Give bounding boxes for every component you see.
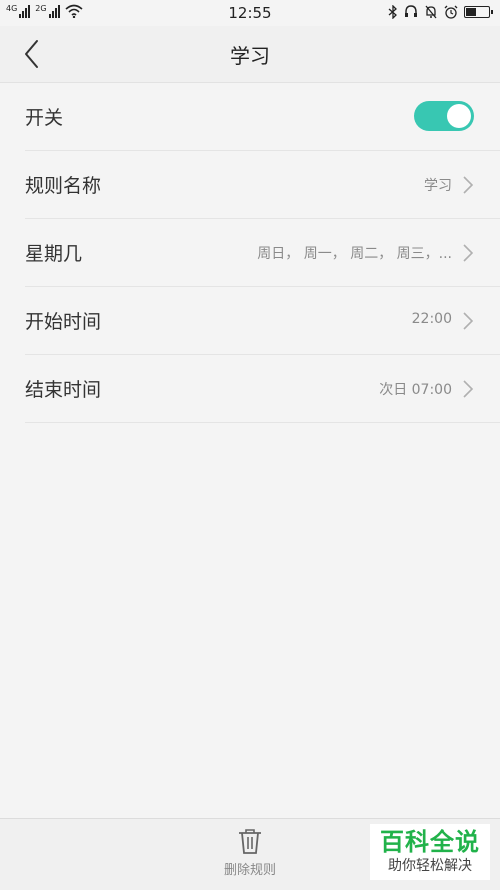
end-time-row[interactable]: 结束时间 次日 07:00 (25, 355, 500, 423)
headset-icon (405, 5, 417, 17)
switch-label: 开关 (25, 107, 64, 129)
chevron-right-icon (463, 244, 474, 262)
rule-name-row[interactable]: 规则名称 学习 (25, 151, 500, 219)
start-time-value: 22:00 (411, 311, 452, 327)
battery-level (466, 8, 476, 16)
start-time-label: 开始时间 (25, 311, 102, 333)
status-bar: 4G 2G 12:55 (0, 0, 500, 26)
end-time-label: 结束时间 (25, 379, 102, 401)
switch-row: 开关 (25, 83, 500, 151)
mute-bell-icon (425, 5, 437, 19)
rule-name-label: 规则名称 (25, 175, 102, 197)
enable-toggle[interactable] (414, 101, 474, 131)
delete-rule-label: 删除规则 (223, 863, 276, 878)
trash-icon (239, 829, 261, 854)
weekday-label: 星期几 (25, 243, 83, 265)
chevron-right-icon (463, 176, 474, 194)
toggle-knob (447, 104, 471, 128)
chevron-right-icon (463, 380, 474, 398)
chevron-right-icon (463, 312, 474, 330)
watermark-subtitle: 助你轻松解决 (388, 858, 472, 874)
rule-settings-list: 开关 规则名称 学习 星期几 周日， 周一， 周二， 周三，... 开始时间 2… (0, 83, 500, 423)
delete-rule-button[interactable]: 删除规则 (200, 827, 300, 883)
alarm-icon (444, 5, 458, 19)
watermark-logo: 百科全说 助你轻松解决 (370, 824, 490, 880)
bluetooth-icon (388, 5, 397, 19)
watermark-title: 百科全说 (380, 828, 480, 856)
battery-icon (464, 6, 493, 18)
rule-name-value: 学习 (424, 178, 452, 194)
weekday-row[interactable]: 星期几 周日， 周一， 周二， 周三，... (25, 219, 500, 287)
end-time-value: 次日 07:00 (379, 382, 452, 398)
title-bar: 学习 (0, 26, 500, 83)
page-title: 学习 (230, 44, 270, 68)
weekday-value: 周日， 周一， 周二， 周三，... (257, 246, 452, 262)
start-time-row[interactable]: 开始时间 22:00 (25, 287, 500, 355)
status-icons (388, 5, 493, 19)
